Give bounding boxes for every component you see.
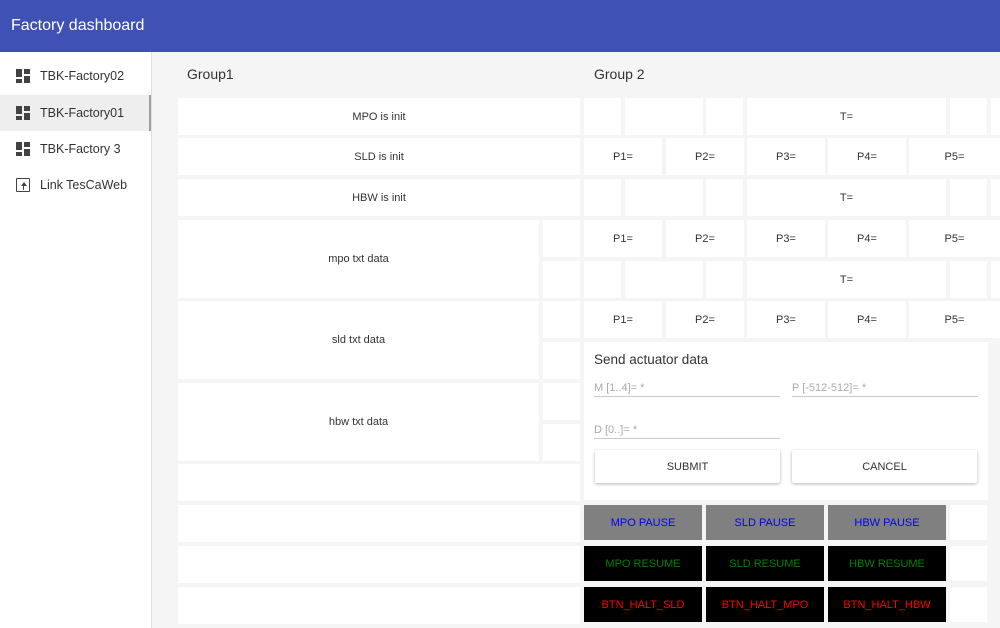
sidebar-item-label: TBK-Factory02 — [40, 69, 125, 83]
dashboard-icon — [16, 69, 30, 83]
group1-title: Group1 — [187, 66, 234, 82]
p2-value: P2= — [666, 301, 744, 338]
sidebar: TBK-Factory02 TBK-Factory01 TBK-Factory … — [0, 52, 152, 628]
p4-value: P4= — [828, 301, 906, 338]
hbw-t-value: T= — [747, 261, 946, 298]
empty-cell — [950, 98, 987, 135]
sidebar-item-label: TBK-Factory01 — [40, 106, 125, 120]
empty-cell — [950, 505, 987, 540]
empty-cell — [625, 261, 703, 298]
empty-cell — [950, 546, 987, 581]
empty-cell — [584, 261, 621, 298]
p1-value: P1= — [584, 301, 662, 338]
dashboard-icon — [16, 106, 30, 120]
empty-row — [178, 587, 580, 624]
m-field[interactable]: M [1..4]= * — [594, 382, 780, 397]
app-bar: Factory dashboard — [0, 0, 1000, 52]
empty-row — [178, 464, 580, 501]
empty-cell — [584, 98, 621, 135]
p4-value: P4= — [828, 138, 906, 175]
hbw-data-tile: hbw txt data — [178, 383, 539, 461]
sld-status-tile: SLD is init — [178, 138, 580, 175]
hbw-pause-button[interactable]: HBW PAUSE — [828, 505, 946, 540]
halt-sld-button[interactable]: BTN_HALT_SLD — [584, 587, 702, 622]
halt-hbw-button[interactable]: BTN_HALT_HBW — [828, 587, 946, 622]
sld-pause-button[interactable]: SLD PAUSE — [706, 505, 824, 540]
empty-cell — [950, 587, 987, 622]
empty-cell — [950, 261, 987, 298]
empty-cell — [625, 98, 703, 135]
empty-cell — [543, 383, 580, 420]
empty-cell — [584, 179, 621, 216]
sidebar-item-tbk-factory01[interactable]: TBK-Factory01 — [0, 95, 151, 131]
mpo-status-tile: MPO is init — [178, 98, 580, 135]
p1-value: P1= — [584, 220, 662, 257]
sidebar-item-link-tescaweb[interactable]: Link TesCaWeb — [0, 167, 151, 203]
p3-value: P3= — [747, 220, 825, 257]
p-field[interactable]: P [-512-512]= * — [792, 382, 978, 397]
sld-resume-button[interactable]: SLD RESUME — [706, 546, 824, 581]
sidebar-item-tbk-factory02[interactable]: TBK-Factory02 — [0, 58, 151, 94]
sidebar-item-label: Link TesCaWeb — [40, 178, 128, 192]
submit-button[interactable]: SUBMIT — [595, 450, 780, 483]
empty-cell — [991, 98, 1000, 135]
p3-value: P3= — [747, 138, 825, 175]
halt-mpo-button[interactable]: BTN_HALT_MPO — [706, 587, 824, 622]
empty-cell — [706, 261, 743, 298]
d-field[interactable]: D [0..]= * — [594, 424, 780, 439]
empty-cell — [543, 342, 580, 379]
empty-row — [178, 505, 580, 542]
mpo-data-tile: mpo txt data — [178, 220, 539, 298]
p2-value: P2= — [666, 138, 744, 175]
empty-cell — [991, 179, 1000, 216]
empty-cell — [543, 261, 580, 298]
cancel-button[interactable]: CANCEL — [792, 450, 977, 483]
sidebar-item-label: TBK-Factory 3 — [40, 142, 121, 156]
sld-t-value: T= — [747, 179, 946, 216]
p1-value: P1= — [584, 138, 662, 175]
empty-cell — [543, 424, 580, 461]
dashboard-icon — [16, 142, 30, 156]
hbw-resume-button[interactable]: HBW RESUME — [828, 546, 946, 581]
p5-value: P5= — [909, 220, 1000, 257]
open-link-icon — [16, 178, 30, 192]
app-title: Factory dashboard — [11, 17, 145, 34]
main-content: Group1 MPO is init SLD is init HBW is in… — [152, 52, 1000, 628]
p5-value: P5= — [909, 301, 1000, 338]
empty-cell — [625, 179, 703, 216]
empty-cell — [991, 261, 1000, 298]
hbw-status-tile: HBW is init — [178, 179, 580, 216]
p4-value: P4= — [828, 220, 906, 257]
p2-value: P2= — [666, 220, 744, 257]
actuator-form-title: Send actuator data — [594, 352, 709, 367]
mpo-pause-button[interactable]: MPO PAUSE — [584, 505, 702, 540]
mpo-resume-button[interactable]: MPO RESUME — [584, 546, 702, 581]
empty-cell — [706, 179, 743, 216]
p5-value: P5= — [909, 138, 1000, 175]
empty-cell — [950, 179, 987, 216]
mpo-t-value: T= — [747, 98, 946, 135]
empty-row — [178, 546, 580, 583]
empty-cell — [706, 98, 743, 135]
sld-data-tile: sld txt data — [178, 301, 539, 379]
empty-cell — [543, 301, 580, 338]
sidebar-item-tbk-factory-3[interactable]: TBK-Factory 3 — [0, 131, 151, 167]
empty-cell — [543, 220, 580, 257]
p3-value: P3= — [747, 301, 825, 338]
group2-title: Group 2 — [594, 66, 645, 82]
